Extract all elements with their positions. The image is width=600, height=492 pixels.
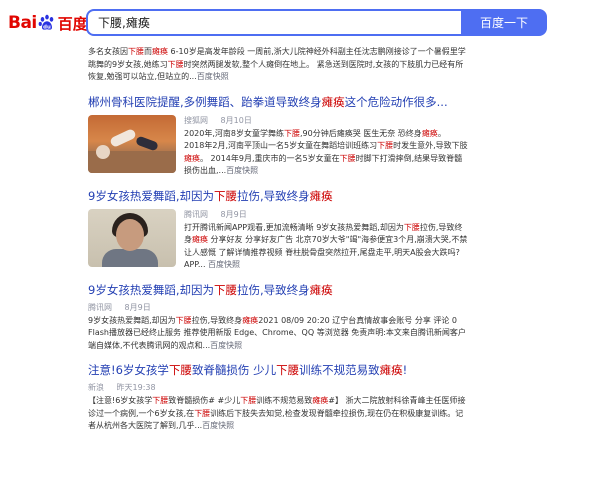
result-abstract: 9岁女孩热爱舞蹈,却因为下腰拉伤,导致终身瘫痪2021 08/09 20:20 … xyxy=(88,315,468,353)
keyword-highlight: 瘫痪 xyxy=(379,363,403,377)
keyword-highlight: 下腰 xyxy=(168,363,192,377)
keyword-highlight: 瘫痪 xyxy=(309,188,333,203)
result-title[interactable]: 9岁女孩热爱舞蹈,却因为下腰拉伤,导致终身瘫痪 xyxy=(88,282,468,299)
snapshot-link[interactable]: 百度快照 xyxy=(202,421,234,430)
result-abstract: 打开腾讯新闻APP观看,更加流畅清晰 9岁女孩热爱舞蹈,却因为下腰拉伤,导致终身… xyxy=(184,222,468,272)
result-source: 腾讯网 xyxy=(184,209,208,219)
keyword-highlight: 下腰 xyxy=(240,396,257,405)
result-meta: 腾讯网 8月9日 xyxy=(88,302,468,313)
keyword-highlight: 瘫痪 xyxy=(184,153,200,163)
keyword-highlight: 瘫痪 xyxy=(421,128,438,138)
result-title[interactable]: 注意!6岁女孩学下腰致脊髓损伤 少儿下腰训练不规范易致瘫痪! xyxy=(88,362,468,379)
keyword-highlight: 下腰 xyxy=(213,282,237,297)
logo-text-bai: Bai xyxy=(8,13,37,33)
keyword-highlight: 下腰 xyxy=(194,408,211,418)
result-abstract: 多名女孩因下腰而瘫痪 6-10岁是高发年龄段 一周前,浙大儿院神经外科副主任沈志… xyxy=(88,46,468,84)
result-source: 新浪 xyxy=(88,383,104,392)
keyword-highlight: 下腰 xyxy=(403,222,420,232)
result-body: 搜狐网 8月10日 2020年,河南8岁女童学舞练下腰,90分钟后瘫痪哭 医生无… xyxy=(184,115,468,178)
keyword-highlight: 下腰 xyxy=(377,141,394,150)
keyword-highlight: 瘫痪 xyxy=(321,94,345,109)
result-abstract: 2020年,河南8岁女童学舞练下腰,90分钟后瘫痪哭 医生无奈 恐终身瘫痪。 2… xyxy=(184,128,468,178)
paw-icon: du xyxy=(38,14,54,30)
search-box xyxy=(86,9,462,36)
result-date: 昨天19:38 xyxy=(116,383,156,392)
keyword-highlight: 瘫痪 xyxy=(192,235,208,244)
header: Bai du 百度 百度一下 xyxy=(0,0,600,44)
result-date: 8月10日 xyxy=(220,115,252,125)
result-thumbnail[interactable] xyxy=(88,208,176,267)
keyword-highlight: 下腰 xyxy=(339,153,356,163)
result-source: 腾讯网 xyxy=(88,302,112,312)
result-body: 腾讯网 8月9日 打开腾讯新闻APP观看,更加流畅清晰 9岁女孩热爱舞蹈,却因为… xyxy=(184,209,468,272)
snapshot-link[interactable]: 百度快照 xyxy=(210,341,242,350)
keyword-highlight: 瘫痪 xyxy=(242,315,259,325)
snapshot-link[interactable]: 百度快照 xyxy=(226,166,258,175)
keyword-highlight: 瘫痪 xyxy=(312,396,329,405)
result-abstract-text: 【注意!6岁女孩学下腰致脊髓损伤# #少儿下腰训练不规范易致瘫痪#】 浙大二院放… xyxy=(88,396,466,430)
search-button[interactable]: 百度一下 xyxy=(461,9,547,36)
result-abstract: 【注意!6岁女孩学下腰致脊髓损伤# #少儿下腰训练不规范易致瘫痪#】 浙大二院放… xyxy=(88,395,468,433)
result-title[interactable]: 9岁女孩热爱舞蹈,却因为下腰拉伤,导致终身瘫痪 xyxy=(88,188,468,205)
result-date: 8月9日 xyxy=(220,209,247,219)
keyword-highlight: 下腰 xyxy=(213,188,237,203)
keyword-highlight: 下腰 xyxy=(128,47,144,56)
logo-text-baidu: 百度 xyxy=(57,14,88,33)
top-snippet-text: 多名女孩因下腰而瘫痪 6-10岁是高发年龄段 一周前,浙大儿院神经外科副主任沈志… xyxy=(88,47,466,81)
results-list: 多名女孩因下腰而瘫痪 6-10岁是高发年龄段 一周前,浙大儿院神经外科副主任沈志… xyxy=(88,46,468,443)
svg-text:du: du xyxy=(43,24,51,30)
search-result: 郴州骨科医院提醒,多例舞蹈、跆拳道导致终身瘫痪这个危险动作很多... 搜狐网 8… xyxy=(88,94,468,178)
keyword-highlight: 下腰 xyxy=(167,59,184,69)
keyword-highlight: 瘫痪 xyxy=(152,47,168,56)
result-meta: 新浪 昨天19:38 xyxy=(88,382,468,393)
keyword-highlight: 下腰 xyxy=(284,128,300,138)
result-meta: 搜狐网 8月10日 xyxy=(184,115,468,126)
result-title[interactable]: 郴州骨科医院提醒,多例舞蹈、跆拳道导致终身瘫痪这个危险动作很多... xyxy=(88,94,468,111)
result-body-row: 腾讯网 8月9日 打开腾讯新闻APP观看,更加流畅清晰 9岁女孩热爱舞蹈,却因为… xyxy=(88,208,468,272)
keyword-highlight: 下腰 xyxy=(276,363,300,377)
snapshot-link[interactable]: 百度快照 xyxy=(208,260,240,269)
keyword-highlight: 瘫痪 xyxy=(309,282,333,297)
keyword-highlight: 下腰 xyxy=(175,315,192,325)
baidu-logo[interactable]: Bai du 百度 xyxy=(8,12,88,34)
keyword-highlight: 下腰 xyxy=(152,396,169,405)
search-result: 9岁女孩热爱舞蹈,却因为下腰拉伤,导致终身瘫痪 腾讯网 8月9日 9岁女孩热爱舞… xyxy=(88,282,468,353)
search-result: 注意!6岁女孩学下腰致脊髓损伤 少儿下腰训练不规范易致瘫痪! 新浪 昨天19:3… xyxy=(88,362,468,433)
result-source: 搜狐网 xyxy=(184,115,208,125)
result-body-row: 搜狐网 8月10日 2020年,河南8岁女童学舞练下腰,90分钟后瘫痪哭 医生无… xyxy=(88,114,468,178)
search-input[interactable] xyxy=(88,11,462,34)
snapshot-link[interactable]: 百度快照 xyxy=(197,72,229,81)
top-snippet: 多名女孩因下腰而瘫痪 6-10岁是高发年龄段 一周前,浙大儿院神经外科副主任沈志… xyxy=(88,46,468,84)
result-date: 8月9日 xyxy=(124,302,151,312)
result-thumbnail[interactable] xyxy=(88,114,176,173)
result-abstract-text: 9岁女孩热爱舞蹈,却因为下腰拉伤,导致终身瘫痪2021 08/09 20:20 … xyxy=(88,315,466,350)
result-meta: 腾讯网 8月9日 xyxy=(184,209,468,220)
search-result: 9岁女孩热爱舞蹈,却因为下腰拉伤,导致终身瘫痪 腾讯网 8月9日 打开腾讯新闻A… xyxy=(88,188,468,272)
